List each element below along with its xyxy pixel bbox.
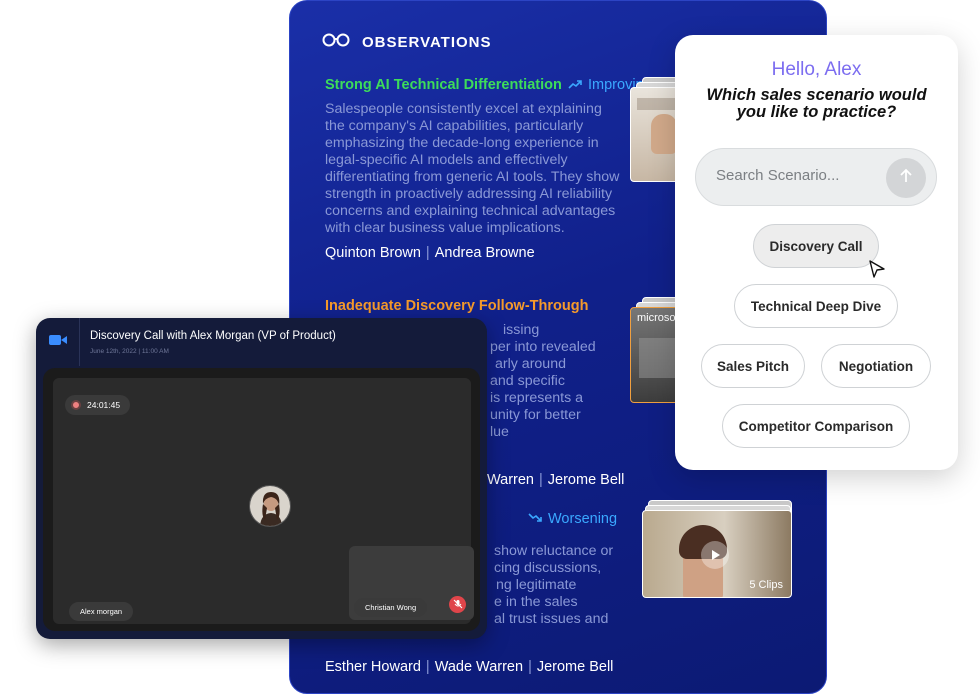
observations-title: OBSERVATIONS <box>362 34 492 51</box>
search-input[interactable] <box>716 167 886 184</box>
play-icon[interactable] <box>701 541 729 569</box>
camera-button[interactable] <box>36 318 80 366</box>
record-icon <box>71 400 81 410</box>
call-stage: 24:01:45 Alex morgan Christian Wong <box>43 368 480 631</box>
video-call-window: Discovery Call with Alex Morgan (VP of P… <box>36 318 487 639</box>
person-name[interactable]: Wade Warren <box>435 659 523 675</box>
observation-people: Warren | Jerome Bell <box>487 472 625 488</box>
glasses-icon <box>322 33 350 52</box>
scenario-search <box>695 148 937 206</box>
scenario-card: Hello, Alex Which sales scenario would y… <box>675 35 958 470</box>
participant-name: Alex morgan <box>69 602 134 621</box>
mute-button[interactable] <box>449 596 466 613</box>
submit-button[interactable] <box>886 158 926 198</box>
greeting: Hello, Alex <box>771 59 862 80</box>
scenario-question: Which sales scenario would you like to p… <box>706 86 927 121</box>
observation-description: Salespeople consistently excel at explai… <box>325 101 620 236</box>
recording-timer: 24:01:45 <box>65 395 131 415</box>
observation-people: Esther Howard | Wade Warren | Jerome Bell <box>325 659 614 675</box>
timer-text: 24:01:45 <box>87 400 121 410</box>
chip-negotiation[interactable]: Negotiation <box>821 344 931 388</box>
call-header: Discovery Call with Alex Morgan (VP of P… <box>36 318 487 366</box>
clip-count: 5 Clips <box>749 579 783 591</box>
person-name[interactable]: Warren <box>487 472 534 488</box>
clip-thumbnail[interactable] <box>630 87 680 182</box>
video-camera-icon <box>48 333 67 351</box>
thumbnail-label: microsoft <box>637 312 680 324</box>
person-name[interactable]: Andrea Browne <box>435 245 535 261</box>
trend-up-icon <box>568 77 582 93</box>
chip-sales-pitch[interactable]: Sales Pitch <box>701 344 805 388</box>
observation-item[interactable]: Strong AI Technical Differentiation Sale… <box>325 77 625 261</box>
chip-technical-deep-dive[interactable]: Technical Deep Dive <box>734 284 898 328</box>
observation-description: issing per into revealed arly around and… <box>490 322 596 440</box>
clip-thumbnail[interactable]: microsoft <box>630 307 680 403</box>
chip-discovery-call[interactable]: Discovery Call <box>753 224 879 268</box>
cursor-icon <box>868 259 886 284</box>
trend-label: Worsening <box>548 511 618 527</box>
observation-people: Quinton Brown | Andrea Browne <box>325 245 535 261</box>
observations-header: OBSERVATIONS <box>322 33 492 52</box>
clip-thumbnail-stack[interactable]: 5 Clips <box>642 500 794 600</box>
observation-item[interactable]: Inadequate Discovery Follow-Through <box>325 298 625 314</box>
person-name[interactable]: Jerome Bell <box>537 659 614 675</box>
clip-thumbnail[interactable]: 5 Clips <box>642 510 792 598</box>
mic-off-icon <box>453 596 463 614</box>
arrow-up-icon <box>898 168 914 189</box>
chip-competitor-comparison[interactable]: Competitor Comparison <box>722 404 910 448</box>
main-video: 24:01:45 Alex morgan Christian Wong <box>53 378 474 624</box>
participant-name: Christian Wong <box>354 598 428 617</box>
trend-down-icon <box>528 511 542 527</box>
observation-description: show reluctance or cing discussions, ng … <box>494 543 614 627</box>
self-view[interactable]: Christian Wong <box>349 546 474 620</box>
trend-worsening: Worsening <box>528 511 617 527</box>
call-date: June 12th, 2022 | 11:00 AM <box>90 348 169 355</box>
person-name[interactable]: Quinton Brown <box>325 245 421 261</box>
avatar <box>249 485 291 527</box>
person-name[interactable]: Esther Howard <box>325 659 421 675</box>
stage: OBSERVATIONS Strong AI Technical Differe… <box>0 0 980 696</box>
observation-title: Inadequate Discovery Follow-Through <box>325 298 589 314</box>
call-title: Discovery Call with Alex Morgan (VP of P… <box>90 330 336 342</box>
person-name[interactable]: Jerome Bell <box>548 472 625 488</box>
